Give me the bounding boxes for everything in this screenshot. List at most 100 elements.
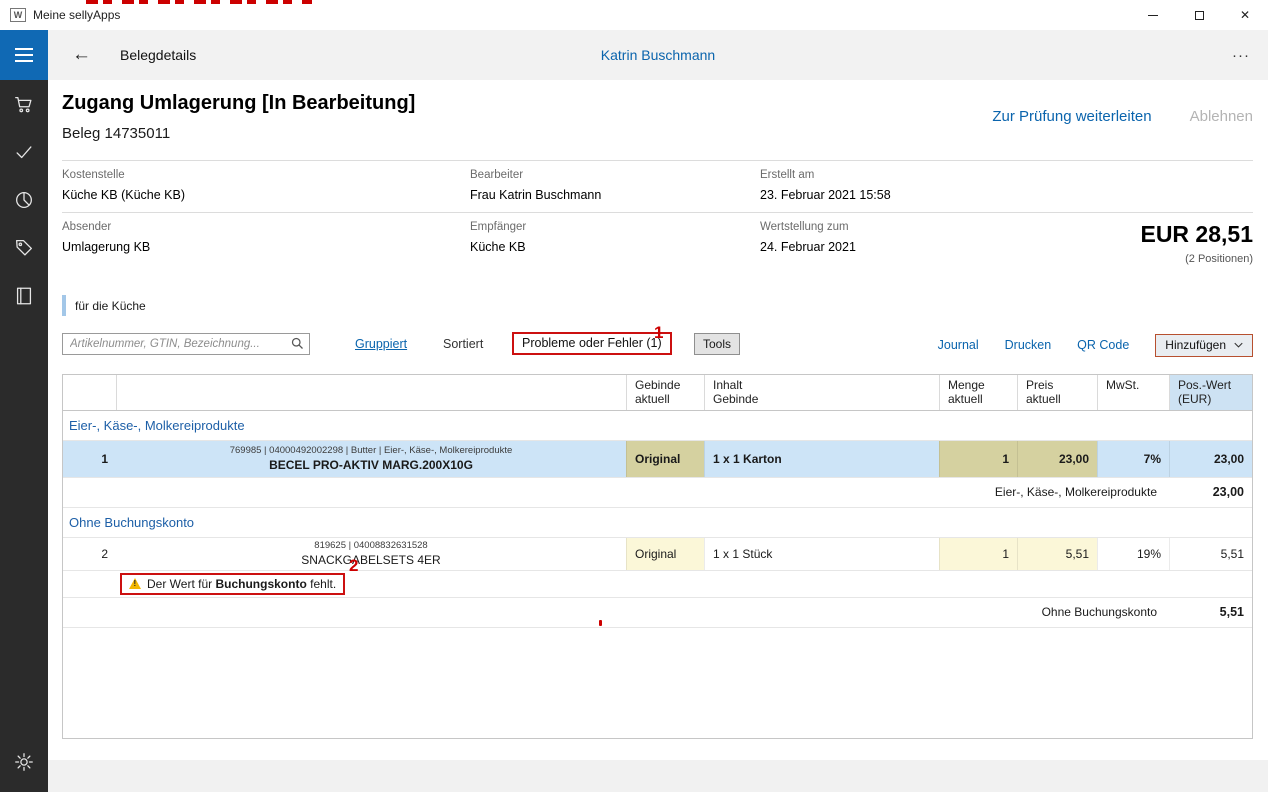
checkmark-icon: [13, 141, 35, 163]
main-content: Zugang Umlagerung [In Bearbeitung] Beleg…: [48, 80, 1268, 760]
cell-wert: 23,00: [1169, 441, 1252, 477]
cell-mwst: 7%: [1097, 441, 1169, 477]
close-icon: ✕: [1240, 8, 1250, 22]
sidebar-item-articles[interactable]: [0, 224, 48, 272]
fields-row-2: Absender Umlagerung KB Empfänger Küche K…: [62, 213, 1253, 283]
app-icon: W: [10, 8, 26, 22]
table-empty-area: [63, 628, 1252, 738]
annotation-step-2: 2: [349, 556, 358, 576]
close-button[interactable]: ✕: [1222, 0, 1268, 30]
minimize-button[interactable]: [1130, 0, 1176, 30]
back-button[interactable]: ←: [72, 44, 91, 66]
cell-mwst: 19%: [1097, 538, 1169, 570]
cell-gebinde: Original: [626, 441, 704, 477]
th-pos-wert[interactable]: Pos.-Wert (EUR): [1169, 375, 1252, 410]
cell-menge: 1: [939, 441, 1017, 477]
window-title: Meine sellyApps: [33, 8, 120, 22]
document-total: EUR 28,51 (2 Positionen): [1020, 221, 1253, 273]
th-empty: [63, 375, 116, 410]
cell-preis: 23,00: [1017, 441, 1097, 477]
field-empfaenger: Empfänger Küche KB: [470, 221, 760, 273]
minimize-icon: [1148, 15, 1158, 16]
document-actions: Zur Prüfung weiterleiten Ablehnen: [992, 108, 1253, 125]
cell-menge: 1: [939, 538, 1017, 570]
document-header: Zugang Umlagerung [In Bearbeitung] Beleg…: [62, 80, 1253, 160]
row-description: 769985 | 04000492002298 | Butter | Eier-…: [116, 441, 626, 477]
menu-button[interactable]: [0, 30, 48, 80]
header-bar: Katrin Buschmann ← Belegdetails ···: [48, 30, 1268, 80]
warning-icon: [129, 578, 141, 589]
book-icon: [13, 285, 35, 307]
titlebar: W Meine sellyApps ✕: [0, 0, 1268, 30]
annotation-step-1: 1: [654, 323, 663, 343]
document-note: für die Küche: [62, 295, 1253, 316]
th-gebinde-aktuell[interactable]: Gebinde aktuell: [626, 375, 704, 410]
hamburger-icon: [15, 54, 33, 56]
warning-row: Der Wert für Buchungskonto fehlt. 2: [63, 571, 1252, 598]
table-row-1[interactable]: 1 769985 | 04000492002298 | Butter | Eie…: [63, 441, 1252, 478]
subtotal-row-molkereiprodukte: Eier-, Käse-, Molkereiprodukte 23,00: [63, 478, 1252, 508]
maximize-button[interactable]: [1176, 0, 1222, 30]
qr-code-link[interactable]: QR Code: [1077, 338, 1129, 352]
missing-buchungskonto-warning: Der Wert für Buchungskonto fehlt.: [120, 573, 345, 595]
positions-table: Gebinde aktuell Inhalt Gebinde Menge akt…: [62, 374, 1253, 739]
table-row-2[interactable]: 2 819625 | 04008832631528 SNACKGABELSETS…: [63, 538, 1252, 571]
sidebar-item-settings[interactable]: [0, 738, 48, 786]
field-absender: Absender Umlagerung KB: [62, 221, 470, 273]
sidebar-item-cart[interactable]: [0, 80, 48, 128]
sidebar-item-tasks[interactable]: [0, 128, 48, 176]
tools-button[interactable]: Tools: [694, 333, 740, 355]
row-description: 819625 | 04008832631528 SNACKGABELSETS 4…: [116, 538, 626, 570]
group-header-ohne-buchungskonto[interactable]: Ohne Buchungskonto: [63, 508, 1252, 538]
toolbar-right: Journal Drucken QR Code Hinzufügen: [938, 333, 1253, 357]
forward-for-review-link[interactable]: Zur Prüfung weiterleiten: [992, 108, 1151, 125]
list-toolbar: Gruppiert Sortiert Probleme oder Fehler …: [62, 333, 1253, 359]
add-button[interactable]: Hinzufügen: [1155, 334, 1253, 357]
chevron-down-icon: [1234, 342, 1243, 348]
problems-errors-button[interactable]: Probleme oder Fehler (1): [512, 332, 672, 355]
position-count: (2 Positionen): [1020, 253, 1253, 265]
cell-inhalt: 1 x 1 Karton: [704, 441, 939, 477]
field-wertstellung: Wertstellung zum 24. Februar 2021: [760, 221, 1020, 273]
search-input[interactable]: [62, 333, 310, 355]
sorted-toggle[interactable]: Sortiert: [443, 337, 483, 351]
th-menge-aktuell[interactable]: Menge aktuell: [939, 375, 1017, 410]
footer-bar: [48, 760, 1268, 792]
clipped-annotation-remnant: [86, 0, 312, 4]
th-description: [116, 375, 626, 410]
cell-preis: 5,51: [1017, 538, 1097, 570]
window-controls: ✕: [1130, 0, 1268, 30]
gear-icon: [13, 751, 35, 773]
sidebar-item-journal[interactable]: [0, 272, 48, 320]
page-title: Belegdetails: [120, 47, 196, 63]
field-bearbeiter: Bearbeiter Frau Katrin Buschmann: [470, 169, 760, 202]
th-inhalt-gebinde[interactable]: Inhalt Gebinde: [704, 375, 939, 410]
app-window: W Meine sellyApps ✕: [0, 0, 1268, 792]
th-preis-aktuell[interactable]: Preis aktuell: [1017, 375, 1097, 410]
journal-link[interactable]: Journal: [938, 338, 979, 352]
sidebar-item-reports[interactable]: [0, 176, 48, 224]
total-amount: EUR 28,51: [1020, 221, 1253, 248]
more-options-button[interactable]: ···: [1232, 47, 1250, 64]
reject-link[interactable]: Ablehnen: [1190, 108, 1253, 125]
cell-inhalt: 1 x 1 Stück: [704, 538, 939, 570]
maximize-icon: [1195, 11, 1204, 20]
cell-wert: 5,51: [1169, 538, 1252, 570]
table-header-row: Gebinde aktuell Inhalt Gebinde Menge akt…: [63, 375, 1252, 411]
group-header-molkereiprodukte[interactable]: Eier-, Käse-, Molkereiprodukte: [63, 411, 1252, 441]
grouped-toggle[interactable]: Gruppiert: [355, 337, 407, 351]
user-link[interactable]: Katrin Buschmann: [48, 47, 1268, 63]
stray-red-mark: [599, 620, 602, 626]
subtotal-row-ohne-buchungskonto: Ohne Buchungskonto 5,51: [63, 598, 1252, 628]
document-number: Beleg 14735011: [62, 125, 1253, 142]
pie-chart-icon: [13, 189, 35, 211]
sidebar: [0, 30, 48, 792]
cart-icon: [13, 93, 35, 115]
field-kostenstelle: Kostenstelle Küche KB (Küche KB): [62, 169, 470, 202]
cell-gebinde: Original: [626, 538, 704, 570]
tag-icon: [13, 237, 35, 259]
th-mwst[interactable]: MwSt.: [1097, 375, 1169, 410]
print-link[interactable]: Drucken: [1005, 338, 1052, 352]
fields-row-1: Kostenstelle Küche KB (Küche KB) Bearbei…: [62, 161, 1253, 212]
search-icon[interactable]: [290, 336, 305, 351]
